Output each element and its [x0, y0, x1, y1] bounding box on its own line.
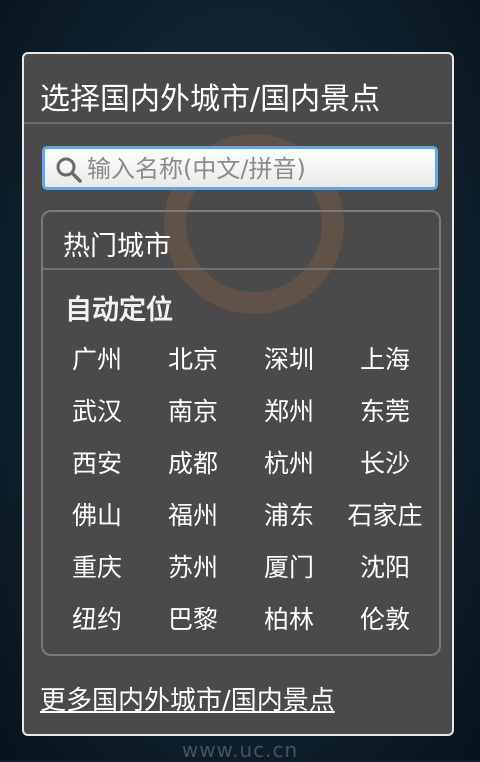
dialog-title: 选择国内外城市/国内景点	[40, 82, 381, 117]
city-grid: 广州 北京 深圳 上海 武汉 南京 郑州 东莞 西安 成都 杭州 长沙 佛山 福…	[49, 334, 433, 646]
search-box[interactable]	[42, 146, 438, 190]
hot-cities-divider	[43, 268, 439, 270]
search-icon	[56, 157, 82, 183]
city-item[interactable]: 纽约	[49, 594, 145, 646]
search-input[interactable]	[85, 149, 429, 189]
city-item[interactable]: 福州	[145, 490, 241, 542]
city-item[interactable]: 北京	[145, 334, 241, 386]
city-item[interactable]: 杭州	[241, 438, 337, 490]
title-divider	[24, 122, 452, 124]
hot-cities-header: 热门城市	[63, 231, 171, 262]
city-item[interactable]: 巴黎	[145, 594, 241, 646]
auto-locate-button[interactable]: 自动定位	[65, 288, 173, 327]
city-item[interactable]: 浦东	[241, 490, 337, 542]
city-item[interactable]: 沈阳	[337, 542, 433, 594]
city-item[interactable]: 苏州	[145, 542, 241, 594]
city-item[interactable]: 成都	[145, 438, 241, 490]
city-item[interactable]: 武汉	[49, 386, 145, 438]
city-item[interactable]: 佛山	[49, 490, 145, 542]
city-item[interactable]: 郑州	[241, 386, 337, 438]
background-watermark: www.uc.cn	[181, 738, 299, 762]
more-cities-link[interactable]: 更多国内外城市/国内景点	[40, 680, 335, 717]
city-item[interactable]: 深圳	[241, 334, 337, 386]
city-item[interactable]: 西安	[49, 438, 145, 490]
city-item[interactable]: 长沙	[337, 438, 433, 490]
city-item[interactable]: 上海	[337, 334, 433, 386]
city-select-dialog: 选择国内外城市/国内景点 热门城市 自动定位 广州 北京 深圳 上海 武汉 南京…	[22, 52, 454, 736]
city-item[interactable]: 厦门	[241, 542, 337, 594]
city-item[interactable]: 伦敦	[337, 594, 433, 646]
hot-cities-panel: 热门城市 自动定位 广州 北京 深圳 上海 武汉 南京 郑州 东莞 西安 成都 …	[41, 210, 441, 656]
city-item[interactable]: 石家庄	[337, 490, 433, 542]
city-item[interactable]: 广州	[49, 334, 145, 386]
city-item[interactable]: 东莞	[337, 386, 433, 438]
city-item[interactable]: 柏林	[241, 594, 337, 646]
city-item[interactable]: 南京	[145, 386, 241, 438]
city-item[interactable]: 重庆	[49, 542, 145, 594]
